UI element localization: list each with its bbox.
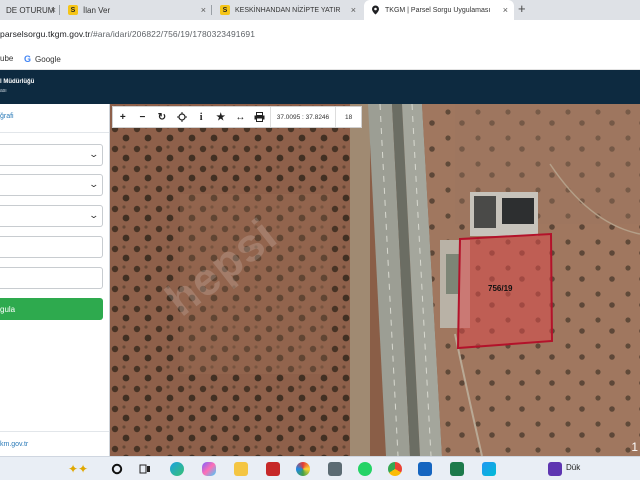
browser-tab-1[interactable]: DE OTURUM ×	[0, 0, 60, 20]
chevron-down-icon: ⌄	[88, 210, 100, 220]
new-tab-button[interactable]: +	[518, 1, 526, 16]
star-icon[interactable]: ★	[211, 107, 231, 127]
info-icon[interactable]: i	[191, 107, 211, 127]
sidebar-title[interactable]: ğrafi	[0, 113, 14, 120]
chevron-down-icon: ⌄	[88, 179, 100, 189]
close-icon[interactable]: ×	[351, 5, 356, 15]
mail-icon[interactable]	[416, 460, 434, 478]
bookmark-google[interactable]: G Google	[24, 54, 61, 64]
satellite-map[interactable]: hepsi + − ↻ i ★ ↔ 37.0095 : 37.8246 18 7…	[110, 104, 640, 456]
parcel-label[interactable]: 756/19	[488, 284, 512, 293]
footer-link-text: km.gov.tr	[0, 441, 29, 448]
bookmark-label: Google	[35, 54, 61, 64]
zoom-in-icon[interactable]: +	[113, 107, 133, 127]
tab-separator	[211, 5, 212, 15]
close-icon[interactable]: ×	[201, 5, 206, 15]
tab-title: TKGM | Parsel Sorgu Uygulaması	[385, 6, 491, 14]
tab-separator	[59, 5, 60, 15]
s-icon: S	[68, 5, 78, 15]
url-path: /#ara/idari/206822/756/19/1780323491691	[90, 29, 256, 39]
province-select[interactable]: ⌄	[0, 144, 103, 166]
site-title: l Müdürlüğü	[0, 79, 35, 85]
zoom-out-icon[interactable]: −	[133, 107, 153, 127]
site-subtitle: ası	[0, 88, 7, 94]
excel-icon[interactable]	[448, 460, 466, 478]
browser-tab-2[interactable]: S İlan Ver ×	[62, 0, 212, 20]
divider	[0, 132, 109, 133]
map-corner-text: 1	[631, 440, 638, 454]
tab-title: İlan Ver	[83, 5, 111, 15]
paint-icon[interactable]	[294, 460, 312, 478]
refresh-icon[interactable]: ↻	[152, 107, 172, 127]
block-number-input[interactable]	[0, 236, 103, 258]
district-select[interactable]: ⌄	[0, 174, 103, 196]
copilot-icon[interactable]	[200, 460, 218, 478]
url-text[interactable]: parselsorgu.tkgm.gov.tr/#ara/idari/20682…	[0, 29, 255, 39]
tab-title: DE OTURUM	[6, 5, 55, 15]
s-icon: S	[220, 5, 230, 15]
sparkle-icon[interactable]: ✦✦	[58, 460, 98, 478]
print-icon[interactable]	[250, 107, 270, 127]
bookmark-label: ube	[0, 54, 14, 63]
photos-icon[interactable]	[480, 460, 498, 478]
chevron-down-icon: ⌄	[88, 149, 100, 159]
edge-icon[interactable]	[168, 460, 186, 478]
tab-title: KESKİNHANDAN NİZİPTE YATIR	[235, 6, 341, 14]
map-pin-icon	[370, 5, 380, 15]
whatsapp-icon[interactable]	[356, 460, 374, 478]
coordinate-readout: 37.0095 : 37.8246	[269, 107, 335, 127]
google-icon: G	[24, 54, 32, 64]
site-header: l Müdürlüğü ası	[0, 70, 640, 104]
query-button-label: gula	[0, 304, 16, 314]
query-sidebar: ğrafi ⌄ ⌄ ⌄ gula km.gov.tr	[0, 104, 110, 456]
calendar-icon[interactable]	[326, 460, 344, 478]
close-icon[interactable]: ×	[503, 5, 508, 15]
bookmarks-bar: ube G Google	[0, 48, 640, 70]
browser-tab-active[interactable]: TKGM | Parsel Sorgu Uygulaması ×	[364, 0, 514, 20]
map-toolbar: + − ↻ i ★ ↔ 37.0095 : 37.8246 18	[112, 106, 363, 128]
browser-tab-strip: DE OTURUM × S İlan Ver × S KESKİNHANDAN …	[0, 0, 640, 20]
neighborhood-select[interactable]: ⌄	[0, 205, 103, 227]
pdf-icon[interactable]	[264, 460, 282, 478]
parcel-number-input[interactable]	[0, 267, 103, 289]
search-icon[interactable]	[108, 460, 126, 478]
measure-icon[interactable]: ↔	[231, 107, 251, 127]
address-bar[interactable]: parselsorgu.tkgm.gov.tr/#ara/idari/20682…	[0, 20, 640, 48]
running-app-label[interactable]: Dük	[566, 463, 580, 472]
url-host: parselsorgu.tkgm.gov.tr	[0, 29, 91, 39]
footer-link[interactable]: km.gov.tr	[0, 431, 109, 456]
taskbar: ✦✦ Dük	[0, 456, 640, 480]
browser-tab-3[interactable]: S KESKİNHANDAN NİZİPTE YATIR ×	[214, 0, 362, 20]
task-view-icon[interactable]	[136, 460, 154, 478]
bookmark-youtube[interactable]: ube	[0, 54, 13, 63]
chrome-icon[interactable]	[386, 460, 404, 478]
file-explorer-icon[interactable]	[232, 460, 250, 478]
locate-icon[interactable]	[172, 107, 192, 127]
close-icon[interactable]: ×	[51, 5, 56, 15]
media-player-icon[interactable]	[546, 460, 564, 478]
zoom-level: 18	[335, 107, 361, 127]
query-button[interactable]: gula	[0, 298, 103, 320]
